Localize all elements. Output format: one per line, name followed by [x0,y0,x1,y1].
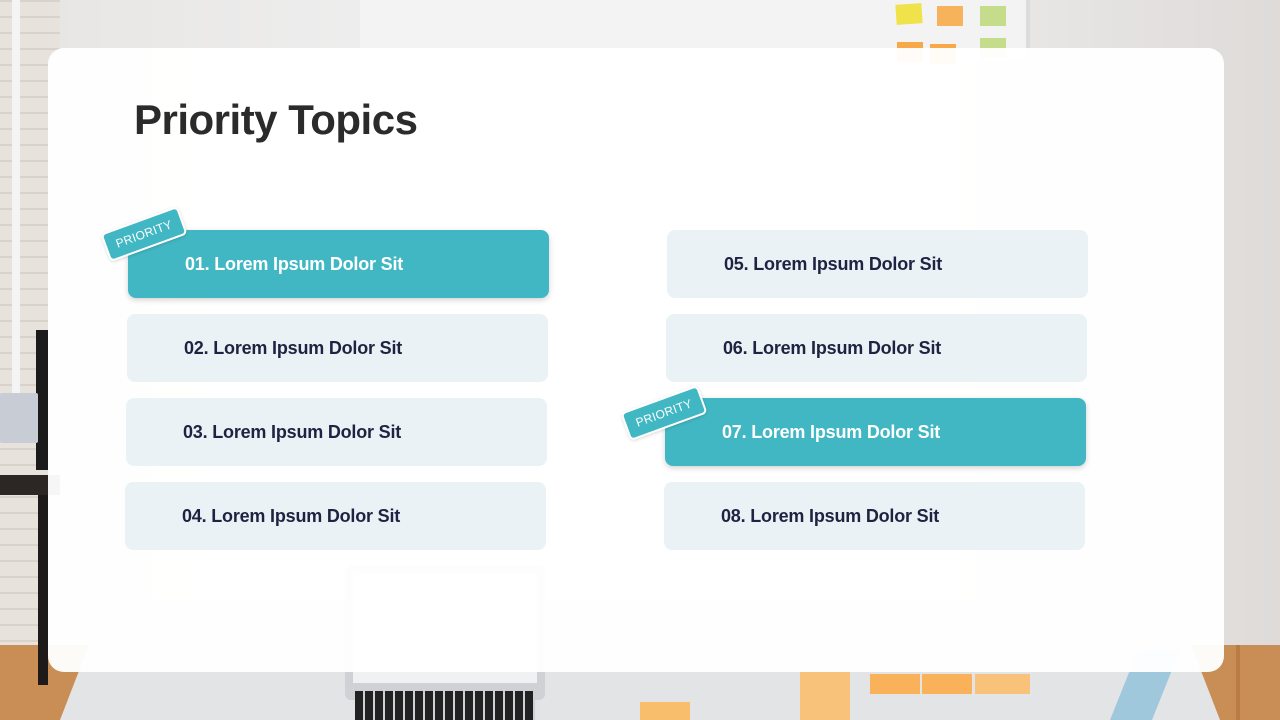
topic-label: 08. Lorem Ipsum Dolor Sit [721,505,940,526]
sticky-note [975,674,1030,694]
sticky-note [640,702,690,720]
topic-item-06[interactable]: 06. Lorem Ipsum Dolor Sit [666,314,1087,382]
topic-item-03[interactable]: 03. Lorem Ipsum Dolor Sit [126,398,547,466]
topic-item-08[interactable]: 08. Lorem Ipsum Dolor Sit [664,482,1085,550]
topic-label: 06. Lorem Ipsum Dolor Sit [723,337,942,358]
topic-item-05[interactable]: 05. Lorem Ipsum Dolor Sit [667,230,1088,298]
topic-item-07[interactable]: 07. Lorem Ipsum Dolor Sit [665,398,1086,466]
topic-item-04[interactable]: 04. Lorem Ipsum Dolor Sit [125,482,546,550]
sticky-note [922,674,972,694]
topic-label: 07. Lorem Ipsum Dolor Sit [722,421,941,442]
desk-leg [38,495,48,685]
bucket [0,393,38,443]
topic-label: 05. Lorem Ipsum Dolor Sit [724,253,943,274]
sticky-note [800,672,850,720]
sticky-note [870,674,920,694]
topic-item-02[interactable]: 02. Lorem Ipsum Dolor Sit [127,314,548,382]
sticky-note [980,6,1006,26]
sticky-note [937,6,963,26]
laptop-keyboard [355,691,535,720]
page-title: Priority Topics [134,96,418,143]
topic-label: 02. Lorem Ipsum Dolor Sit [184,337,403,358]
topic-label: 04. Lorem Ipsum Dolor Sit [182,505,401,526]
sticky-note [895,3,923,25]
wall-pipe [12,0,20,420]
topic-item-01[interactable]: 01. Lorem Ipsum Dolor Sit [128,230,549,298]
topic-label: 03. Lorem Ipsum Dolor Sit [183,421,402,442]
topic-label: 01. Lorem Ipsum Dolor Sit [185,253,404,274]
